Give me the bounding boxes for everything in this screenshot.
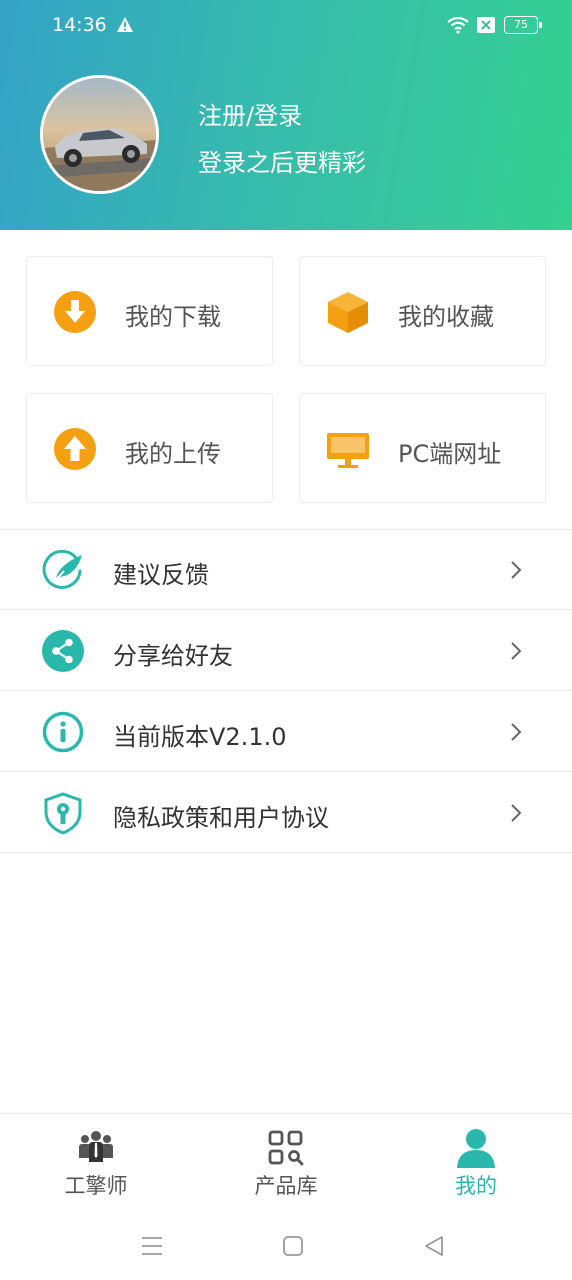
chevron-right-icon (511, 723, 522, 741)
menu-label: 隐私政策和用户协议 (113, 804, 329, 832)
menu-label: 建议反馈 (113, 561, 209, 589)
card-my-uploads[interactable]: 我的上传 (26, 393, 273, 503)
login-register-link[interactable]: 注册/登录 (198, 96, 302, 131)
bottom-tab-bar: 工擎师 产品库 我的 (0, 1113, 572, 1211)
card-my-favorites[interactable]: 我的收藏 (299, 256, 546, 366)
avatar[interactable] (40, 75, 159, 194)
grid-search-icon (268, 1130, 304, 1166)
shield-icon (44, 792, 82, 834)
person-icon (457, 1129, 495, 1168)
share-icon (42, 630, 84, 672)
status-bar: 14:36 75 (0, 0, 572, 52)
sim-card-icon (477, 17, 495, 33)
chevron-right-icon (511, 804, 522, 822)
menu-item-share[interactable]: 分享给好友 (0, 611, 572, 691)
menu-icon[interactable] (139, 1233, 165, 1259)
home-icon[interactable] (280, 1233, 306, 1259)
tab-product-library[interactable]: 产品库 (216, 1114, 356, 1212)
menu-item-feedback[interactable]: 建议反馈 (0, 530, 572, 610)
upload-icon (54, 428, 96, 470)
info-icon (42, 711, 84, 753)
monitor-icon (327, 433, 369, 468)
feedback-icon (42, 549, 82, 589)
tab-label: 产品库 (254, 1174, 318, 1198)
wifi-icon (447, 16, 469, 34)
menu-item-privacy[interactable]: 隐私政策和用户协议 (0, 773, 572, 853)
back-icon[interactable] (421, 1233, 447, 1259)
card-label: PC端网址 (398, 440, 502, 468)
card-pc-website[interactable]: PC端网址 (299, 393, 546, 503)
battery-indicator: 75 (504, 16, 542, 34)
people-icon (79, 1131, 113, 1162)
tab-engineers[interactable]: 工擎师 (26, 1114, 166, 1212)
tab-label: 我的 (455, 1174, 497, 1198)
system-nav-bar (0, 1211, 572, 1280)
download-icon (54, 291, 96, 333)
box-icon (328, 292, 368, 333)
status-time: 14:36 (52, 14, 107, 36)
warning-icon (117, 17, 133, 32)
chevron-right-icon (511, 642, 522, 660)
tab-mine[interactable]: 我的 (406, 1114, 546, 1212)
card-label: 我的下载 (125, 303, 221, 331)
login-subtitle: 登录之后更精彩 (198, 149, 366, 177)
profile-header: 14:36 75 注册/登录 登录之后更精彩 (0, 0, 572, 230)
card-label: 我的上传 (125, 440, 221, 468)
menu-label: 分享给好友 (113, 642, 233, 670)
tab-label: 工擎师 (64, 1174, 128, 1198)
chevron-right-icon (511, 561, 522, 579)
menu-item-version[interactable]: 当前版本V2.1.0 (0, 692, 572, 772)
menu-label: 当前版本V2.1.0 (113, 723, 287, 751)
card-label: 我的收藏 (398, 303, 494, 331)
car-image (43, 78, 156, 191)
card-my-downloads[interactable]: 我的下载 (26, 256, 273, 366)
